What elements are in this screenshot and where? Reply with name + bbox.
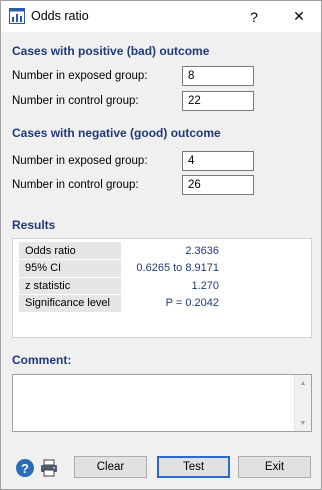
svg-text:?: ? — [21, 461, 29, 476]
result-value: 1.270 — [119, 277, 225, 295]
positive-control-label: Number in control group: — [12, 95, 139, 107]
results-heading: Results — [12, 218, 56, 232]
positive-exposed-input[interactable] — [182, 66, 254, 86]
window-title: Odds ratio — [31, 9, 89, 23]
title-help-button[interactable]: ? — [232, 1, 276, 32]
result-value: 0.6265 to 8.9171 — [119, 259, 225, 278]
test-button[interactable]: Test — [157, 456, 230, 478]
positive-outcome-heading: Cases with positive (bad) outcome — [12, 44, 210, 58]
scroll-up-arrow-icon[interactable]: ▲ — [295, 375, 311, 391]
positive-exposed-label: Number in exposed group: — [12, 70, 148, 82]
comment-heading: Comment: — [12, 353, 72, 367]
clear-button[interactable]: Clear — [74, 456, 147, 478]
chart-app-icon — [9, 8, 25, 24]
result-label: 95% CI — [19, 259, 120, 278]
printer-icon[interactable] — [39, 458, 59, 478]
negative-exposed-label: Number in exposed group: — [12, 155, 148, 167]
result-label: Odds ratio — [19, 242, 120, 260]
dialog-window: Odds ratio ? ✕ Cases with positive (bad)… — [0, 0, 322, 490]
result-row-z-statistic: z statistic 1.270 — [19, 277, 225, 295]
results-panel: Odds ratio 2.3636 95% CI 0.6265 to 8.917… — [12, 238, 312, 338]
result-value: 2.3636 — [119, 242, 225, 260]
result-row-significance: Significance level P = 0.2042 — [19, 294, 225, 313]
result-label: Significance level — [19, 294, 120, 313]
comment-textarea[interactable] — [12, 374, 312, 432]
result-row-ci: 95% CI 0.6265 to 8.9171 — [19, 259, 225, 278]
title-close-button[interactable]: ✕ — [277, 1, 321, 32]
scroll-down-arrow-icon[interactable]: ▼ — [295, 415, 311, 431]
positive-control-input[interactable] — [182, 91, 254, 111]
negative-control-input[interactable] — [182, 175, 254, 195]
title-bar: Odds ratio ? ✕ — [1, 1, 321, 32]
result-row-odds-ratio: Odds ratio 2.3636 — [19, 242, 225, 260]
negative-outcome-heading: Cases with negative (good) outcome — [12, 126, 221, 140]
result-value: P = 0.2042 — [119, 294, 225, 313]
exit-button[interactable]: Exit — [238, 456, 311, 478]
help-circle-icon[interactable]: ? — [15, 458, 35, 478]
negative-exposed-input[interactable] — [182, 151, 254, 171]
negative-control-label: Number in control group: — [12, 179, 139, 191]
comment-scrollbar[interactable]: ▲ ▼ — [294, 375, 311, 431]
result-label: z statistic — [19, 277, 120, 295]
results-table: Odds ratio 2.3636 95% CI 0.6265 to 8.917… — [19, 242, 225, 313]
